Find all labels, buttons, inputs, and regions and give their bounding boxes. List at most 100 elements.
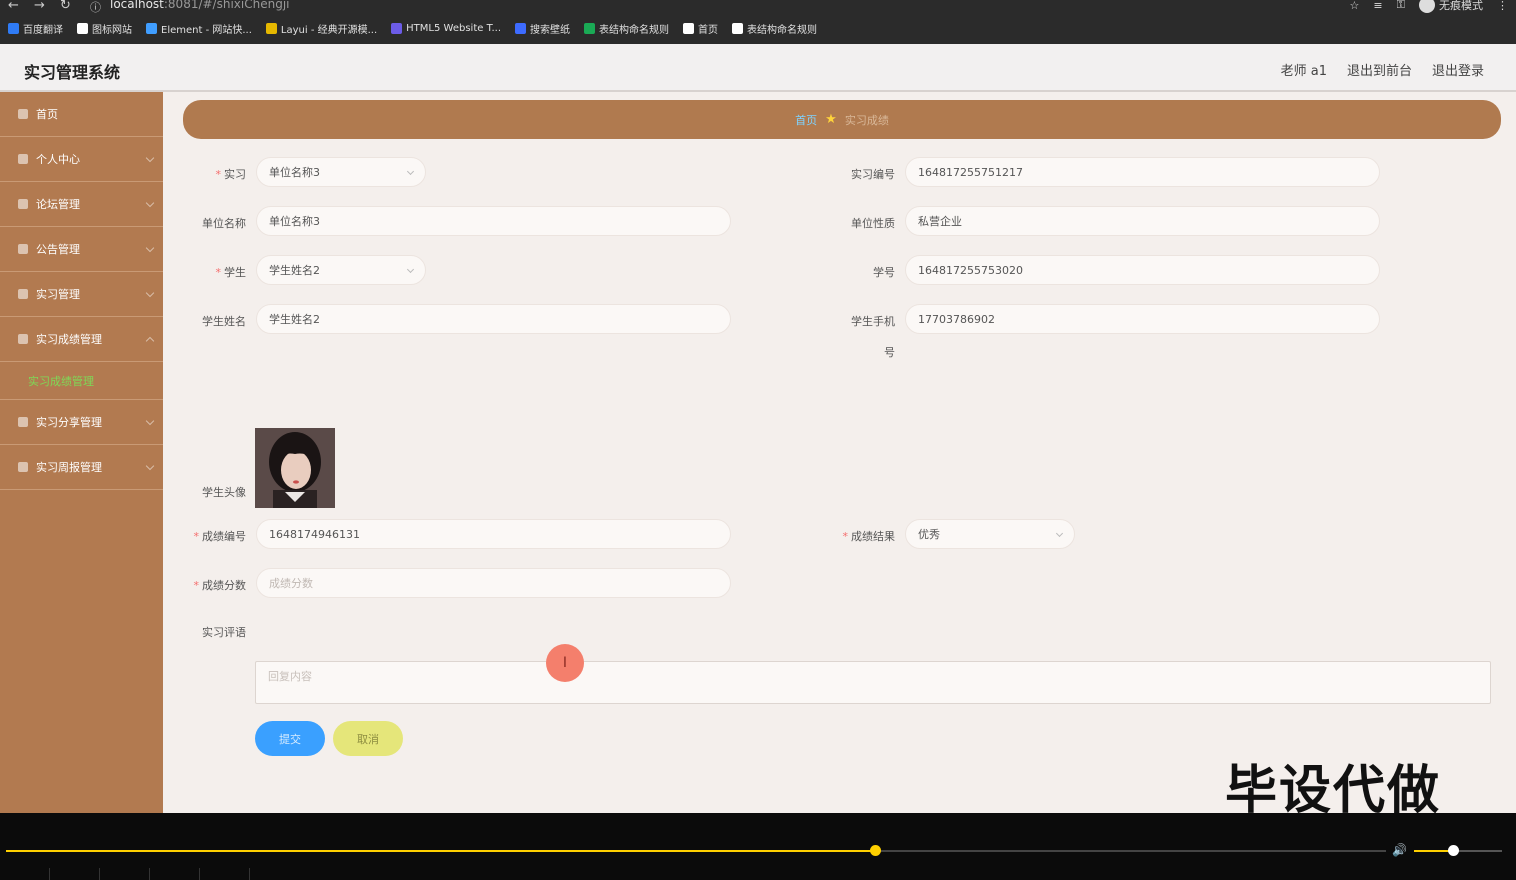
required-mark: * [215,168,222,181]
to-front-link[interactable]: 退出到前台 [1347,60,1412,79]
student-select[interactable]: 学生姓名2 [256,255,426,285]
chevron-down-icon [145,153,155,163]
sidebar-item-label: 首页 [36,108,58,121]
bookmark-item[interactable]: 搜索壁纸 [515,21,570,36]
star-icon[interactable]: ☆ [1350,0,1360,12]
bookmark-item[interactable]: HTML5 Website T... [391,21,501,36]
top-header: 实习管理系统 老师 a1 退出到前台 退出登录 [0,44,1516,92]
incognito-badge[interactable]: 无痕模式 [1419,0,1483,13]
bookmark-icon [8,23,19,34]
unit-name-field[interactable]: 单位名称3 [256,206,731,236]
bookmark-icon [146,23,157,34]
sidebar-item-profile[interactable]: 个人中心 [0,137,163,182]
shixi-label: * 实习 [156,166,247,182]
site-info-icon[interactable]: ⓘ [90,0,101,15]
shixi-select[interactable]: 单位名称3 [256,157,426,187]
address-row: ← → ↻ ⓘ localhost:8081/#/shixiChengji ☆ … [0,0,1516,14]
bookmark-icon [515,23,527,34]
result-label-text: 成绩结果 [851,530,895,543]
student-phone-label-wrap: 号 [884,346,895,359]
score-icon [18,334,28,344]
sidebar-subitem-score[interactable]: 实习成绩管理 [0,362,163,400]
score-label-text: 成绩分数 [202,579,246,592]
sidebar-item-share[interactable]: 实习分享管理 [0,400,163,445]
back-icon[interactable]: ← [8,0,19,13]
chevron-down-icon [145,198,155,208]
watermark: 毕设代做 [1225,761,1442,821]
student-avatar[interactable] [255,428,335,508]
result-select[interactable]: 优秀 [905,519,1075,549]
user-name: 老师 a1 [1280,64,1327,79]
score-label: * 成绩分数 [156,577,247,593]
shixi-no-label: 实习编号 [851,168,895,181]
sidebar-item-label: 实习周报管理 [36,461,102,474]
shixi-no-field[interactable]: 164817255751217 [905,157,1380,187]
internship-icon [18,289,28,299]
volume-handle[interactable] [1447,845,1459,856]
progress-track[interactable] [6,845,1386,856]
sidebar-item-label: 实习管理 [36,288,80,301]
score-no-label: * 成绩编号 [156,528,247,544]
bookmark-icon [683,23,695,34]
volume-track[interactable] [1414,845,1502,856]
reading-list-icon[interactable]: ≡ [1373,0,1382,12]
forum-icon [18,199,28,209]
incognito-label: 无痕模式 [1439,0,1483,12]
sidebar-item-label: 论坛管理 [36,198,80,211]
bookmark-label: 表结构命名规则 [747,25,818,36]
chevron-up-icon [145,336,155,346]
reload-icon[interactable]: ↻ [60,0,71,13]
chevron-down-icon [406,265,415,274]
score-field[interactable]: 成绩分数 [256,568,731,598]
required-mark: * [193,530,200,543]
comment-textarea[interactable]: 回复内容 [255,661,1491,704]
menu-dots-icon[interactable]: ⋮ [1497,0,1508,12]
required-mark: * [215,266,222,279]
bookmark-item[interactable]: 首页 [683,21,718,36]
key-icon[interactable]: ⚿ [1397,0,1405,12]
student-name-label: 学生姓名 [202,315,246,328]
student-no-field[interactable]: 164817255753020 [905,255,1380,285]
bookmark-item[interactable]: Element - 网站快... [146,21,252,36]
sidebar-item-score[interactable]: 实习成绩管理 [0,317,163,362]
sidebar-item-internship[interactable]: 实习管理 [0,272,163,317]
bookmark-label: Element - 网站快... [161,25,252,36]
bookmark-item[interactable]: 表结构命名规则 [584,21,669,36]
breadcrumb-current: 实习成绩 [844,113,889,127]
bookmark-item[interactable]: 图标网站 [77,21,132,36]
user-icon [18,154,28,164]
student-select-value: 学生姓名2 [269,264,320,277]
bookmark-item[interactable]: 百度翻译 [8,21,63,36]
bookmark-label: 表结构命名规则 [599,25,670,36]
browser-actions: ☆ ≡ ⚿ 无痕模式 ⋮ [1350,0,1508,13]
logout-link[interactable]: 退出登录 [1432,60,1484,79]
sidebar-item-home[interactable]: 首页 [0,92,163,137]
address-bar[interactable]: localhost:8081/#/shixiChengji [110,0,289,11]
sidebar-item-weekly[interactable]: 实习周报管理 [0,445,163,490]
bookmark-icon [584,23,596,34]
score-no-field[interactable]: 1648174946131 [256,519,731,549]
bookmark-item[interactable]: 表结构命名规则 [732,21,817,36]
chevron-down-icon [1055,529,1064,538]
bookmark-item[interactable]: Layui - 经典开源模... [265,21,377,36]
student-name-field[interactable]: 学生姓名2 [256,304,731,334]
main-content: 首页 ★ 实习成绩 * 实习 单位名称3 实习编号 164817255751217… [163,92,1516,821]
sidebar-item-forum[interactable]: 论坛管理 [0,182,163,227]
volume-icon[interactable]: 🔊 [1392,843,1407,857]
progress-handle[interactable] [870,845,882,856]
submit-button[interactable]: 提交 [255,721,325,756]
student-label: * 学生 [156,264,247,280]
bookmark-icon [732,23,744,34]
breadcrumb-home[interactable]: 首页 [795,112,817,128]
unit-type-field[interactable]: 私营企业 [905,206,1380,236]
score-no-label-text: 成绩编号 [202,530,246,543]
avatar-photo [255,428,335,508]
result-select-value: 优秀 [918,528,940,541]
sidebar-item-notice[interactable]: 公告管理 [0,227,163,272]
notice-icon [18,244,28,254]
student-phone-field[interactable]: 17703786902 [905,304,1380,334]
app-title: 实习管理系统 [24,63,121,82]
cancel-button[interactable]: 取消 [333,721,403,756]
forward-icon[interactable]: → [34,0,45,13]
chevron-down-icon [145,243,155,253]
